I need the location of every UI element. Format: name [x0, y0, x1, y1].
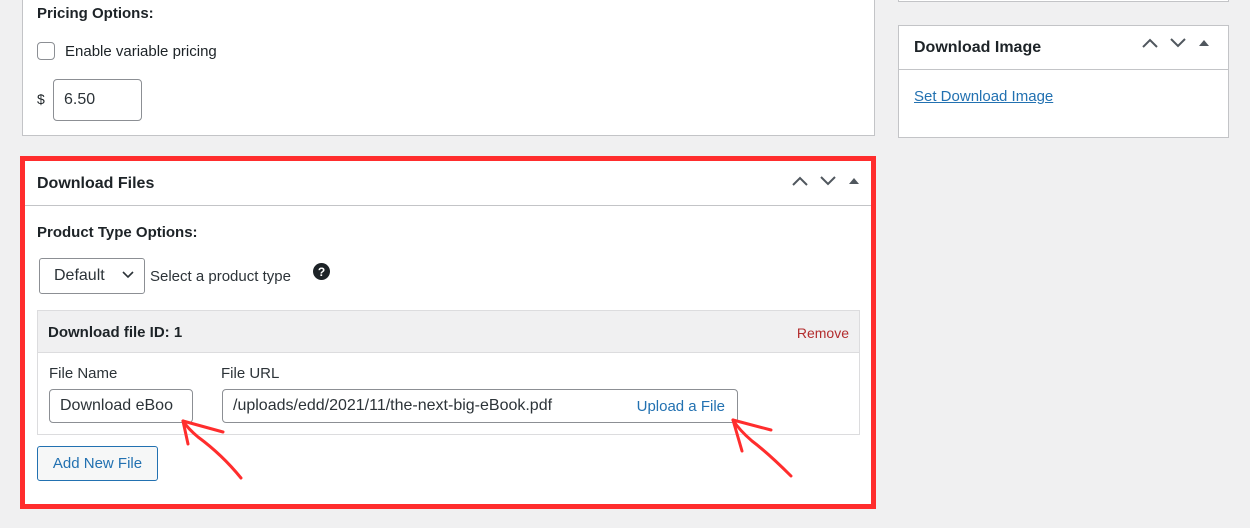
annotation-arrows: [181, 418, 793, 480]
